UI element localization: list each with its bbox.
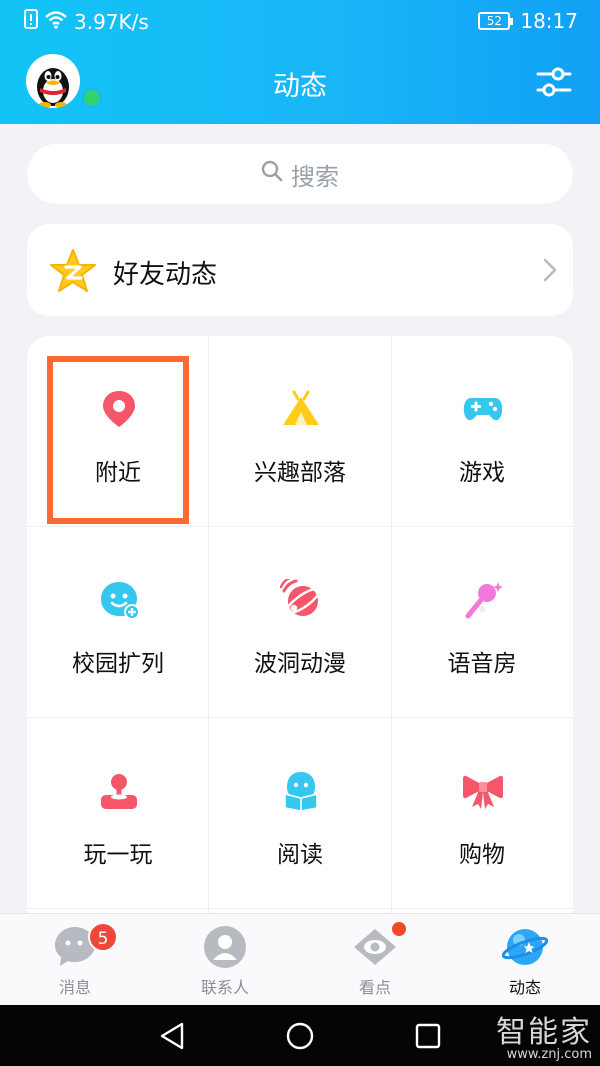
- grid-item-label: 兴趣部落: [254, 460, 346, 486]
- tab-label: 看点: [358, 978, 391, 997]
- grid-item-play[interactable]: 玩一玩: [27, 718, 209, 909]
- alert-icon: [24, 9, 38, 34]
- tab-messages[interactable]: 5 消息: [0, 914, 150, 1006]
- status-bar: 3.97K/s 52 18:17: [0, 0, 600, 44]
- contacts-icon: [204, 926, 246, 968]
- clock: 18:17: [520, 9, 578, 33]
- search-placeholder: 搜索: [291, 162, 339, 191]
- bottom-tab-bar: 5 消息 联系人 看点 动态: [0, 913, 600, 1005]
- grid-item-label: 语音房: [447, 651, 517, 677]
- campus-face-icon: [101, 582, 140, 620]
- back-icon[interactable]: [158, 1021, 188, 1051]
- search-icon: [261, 160, 283, 188]
- tribe-tent-icon: [283, 390, 319, 425]
- grid-item-label: 游戏: [459, 460, 505, 486]
- wifi-icon: [44, 10, 68, 34]
- tab-contacts[interactable]: 联系人: [150, 914, 300, 1006]
- filter-sliders-icon: [536, 67, 572, 97]
- recents-icon[interactable]: [413, 1021, 443, 1051]
- unread-badge: 5: [88, 922, 118, 952]
- grid-item-anime[interactable]: 波洞动漫: [209, 527, 391, 718]
- grid-item-campus[interactable]: 校园扩列: [27, 527, 209, 718]
- notification-dot: [392, 922, 406, 936]
- planet-icon: [502, 929, 548, 965]
- anime-planet-icon: [280, 579, 321, 616]
- grid-item-label: 玩一玩: [83, 842, 153, 868]
- grid-item-games[interactable]: 游戏: [391, 336, 573, 527]
- watermark: 智能家 www.znj.com: [496, 1007, 592, 1062]
- grid-item-reading[interactable]: 阅读: [209, 718, 391, 909]
- tab-label: 消息: [58, 978, 91, 997]
- grid-item-label: 校园扩列: [72, 651, 164, 677]
- gamepad-icon: [463, 398, 503, 421]
- highlight-box: [47, 356, 189, 524]
- tab-watch[interactable]: 看点: [300, 914, 450, 1006]
- tab-label: 联系人: [200, 978, 249, 997]
- watermark-url: www.znj.com: [506, 1047, 592, 1062]
- chevron-right-icon: [543, 258, 557, 282]
- page-title: 动态: [273, 71, 327, 102]
- friend-feed-label: 好友动态: [113, 260, 218, 290]
- joystick-icon: [101, 774, 137, 809]
- grid-item-tribe[interactable]: 兴趣部落: [209, 336, 391, 527]
- friend-feed-entry[interactable]: 好友动态: [27, 224, 573, 316]
- grid-item-label: 阅读: [277, 842, 323, 868]
- grid-item-nearby[interactable]: 附近: [27, 336, 209, 527]
- qzone-star-icon: [50, 249, 96, 292]
- grid-item-label: 波洞动漫: [254, 651, 346, 677]
- battery-indicator: 52: [478, 12, 514, 30]
- header-bar: 3.97K/s 52 18:17 动态: [0, 0, 600, 124]
- microphone-icon: [465, 582, 503, 619]
- grid-item-voice-room[interactable]: 语音房: [391, 527, 573, 718]
- tab-feed[interactable]: 动态: [450, 914, 600, 1006]
- filter-button[interactable]: [536, 64, 572, 100]
- network-speed: 3.97K/s: [74, 9, 149, 34]
- feature-grid: 附近 兴趣部落 游戏 校园扩列 波洞动漫 语音房 玩一玩 阅读 购物: [27, 336, 573, 936]
- search-input[interactable]: 搜索: [27, 144, 573, 204]
- watermark-title: 智能家: [496, 1015, 592, 1050]
- system-nav-bar: 智能家 www.znj.com: [0, 1005, 600, 1066]
- bow-icon: [463, 775, 503, 809]
- home-icon[interactable]: [285, 1021, 315, 1051]
- reading-icon: [284, 772, 318, 812]
- eye-icon: [354, 929, 396, 965]
- grid-item-label: 购物: [459, 842, 505, 868]
- tab-label: 动态: [508, 978, 541, 997]
- grid-item-shopping[interactable]: 购物: [391, 718, 573, 909]
